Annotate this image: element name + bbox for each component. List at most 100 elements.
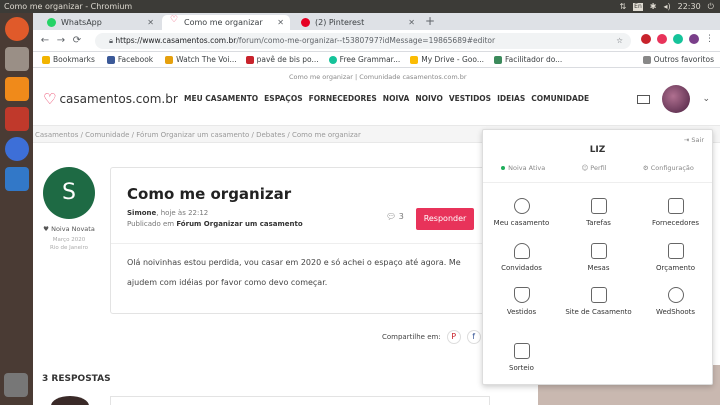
- heart-logo-icon: ♡: [43, 90, 57, 108]
- nav-vestidos[interactable]: VESTIDOS: [449, 94, 491, 103]
- close-icon[interactable]: ✕: [277, 15, 284, 30]
- menu-dots-icon[interactable]: ⋮: [705, 34, 714, 44]
- vlc-icon[interactable]: [4, 77, 29, 101]
- menu-tarefas[interactable]: Tarefas: [560, 198, 637, 228]
- site-logo[interactable]: ♡ casamentos.com.br: [43, 90, 178, 108]
- chevron-down-icon[interactable]: ⌄: [702, 94, 710, 104]
- menu-site-de-casamento[interactable]: Site de Casamento: [560, 287, 637, 317]
- url-host: https://www.casamentos.com.br: [115, 36, 237, 45]
- system-top-bar: Como me organizar - Chromium ⇅ En ✱ ◂) 2…: [0, 0, 720, 13]
- ubuntu-launcher: [0, 13, 33, 405]
- bookmark-favicon: [165, 55, 174, 64]
- nav-noivo[interactable]: NOIVO: [415, 94, 443, 103]
- grammarly-icon: [328, 55, 337, 64]
- post-author-line: Simone, hoje às 22:12: [127, 209, 208, 217]
- logout-label: Sair: [691, 136, 704, 144]
- bluetooth-icon[interactable]: ✱: [650, 0, 657, 13]
- gear-icon: ⚙: [642, 164, 651, 172]
- whatsapp-icon: [47, 18, 56, 27]
- other-bookmarks[interactable]: Outros favoritos: [642, 55, 714, 64]
- reply-author-avatar[interactable]: [51, 396, 89, 405]
- calculator-icon: [667, 243, 684, 259]
- menu-item-label: WedShoots: [655, 308, 696, 316]
- volume-icon[interactable]: ◂): [663, 0, 670, 13]
- menu-meu-casamento[interactable]: Meu casamento: [483, 198, 560, 228]
- menu-vestidos[interactable]: Vestidos: [483, 287, 560, 317]
- forum-post: Como me organizar Simone, hoje às 22:12 …: [110, 167, 490, 314]
- close-icon[interactable]: ✕: [147, 15, 154, 30]
- url-path: /forum/como-me-organizar--t5380797?idMes…: [236, 36, 496, 45]
- status-link[interactable]: Noiva Ativa: [501, 164, 545, 172]
- nav-meu-casamento[interactable]: MEU CASAMENTO: [184, 94, 258, 103]
- forward-icon[interactable]: →: [53, 35, 69, 46]
- grammarly-icon[interactable]: [673, 34, 683, 44]
- heart-badge-icon: ♥︎: [43, 225, 52, 233]
- bookmark-label: Bookmarks: [53, 55, 95, 64]
- logout-link[interactable]: ⇥ Sair: [684, 136, 704, 144]
- settings-icon[interactable]: [4, 107, 29, 131]
- post-time: , hoje às 22:12: [156, 209, 209, 217]
- post-forum-link[interactable]: Fórum Organizar um casamento: [176, 220, 302, 228]
- post-author-card: S ♥︎ Noiva Novata Março 2020 Rio de Jane…: [41, 167, 97, 252]
- avatar[interactable]: [662, 85, 691, 113]
- profile-label: Perfil: [590, 164, 607, 172]
- nav-comunidade[interactable]: COMUNIDADE: [531, 94, 589, 103]
- reply-button[interactable]: Responder: [416, 208, 474, 230]
- settings-link[interactable]: ⚙ Configuração: [643, 164, 694, 172]
- menu-fornecedores[interactable]: Fornecedores: [637, 198, 714, 228]
- pinterest-share-icon[interactable]: P: [446, 330, 461, 344]
- reload-icon[interactable]: ⟳: [69, 35, 85, 46]
- profile-link[interactable]: ☺ Perfil: [581, 164, 606, 172]
- mail-icon[interactable]: [637, 94, 651, 104]
- forum-prefix: Publicado em: [127, 220, 177, 228]
- apps-icon: [42, 55, 50, 64]
- back-icon[interactable]: ←: [37, 35, 53, 46]
- network-icon[interactable]: ⇅: [619, 0, 626, 13]
- menu-orcamento[interactable]: Orçamento: [637, 243, 714, 273]
- menu-sorteio[interactable]: Sorteio: [483, 343, 560, 373]
- nav-fornecedores[interactable]: FORNECEDORES: [309, 94, 377, 103]
- tab-pinterest[interactable]: (2) Pinterest ✕: [293, 15, 421, 30]
- new-tab-button[interactable]: +: [425, 14, 435, 28]
- pinterest-icon: [301, 18, 310, 27]
- keyboard-layout[interactable]: En: [633, 2, 643, 11]
- table-icon: [590, 243, 607, 259]
- bookmark-item[interactable]: Facilitador do...: [494, 55, 562, 64]
- power-icon[interactable]: ⏻: [708, 0, 714, 13]
- star-icon[interactable]: ☆: [616, 33, 623, 49]
- bookmark-item[interactable]: My Drive - Goo...: [410, 55, 484, 64]
- app-icon[interactable]: [4, 167, 29, 191]
- bookmark-item[interactable]: Bookmarks: [42, 55, 95, 64]
- user-icon: ☺: [581, 164, 591, 172]
- close-icon[interactable]: ✕: [408, 15, 415, 30]
- badge-label: Noiva Novata: [51, 225, 95, 233]
- trash-icon[interactable]: [4, 373, 28, 397]
- facebook-share-icon[interactable]: f: [466, 330, 481, 344]
- post-body: Olá noivinhas estou perdida, vou casar e…: [127, 258, 461, 287]
- files-icon[interactable]: [4, 47, 29, 71]
- tab-como-me-organizar[interactable]: ♡ Como me organizar ✕: [162, 15, 290, 30]
- clock[interactable]: 22:30: [678, 0, 701, 13]
- author-avatar[interactable]: S: [43, 167, 95, 219]
- menu-wedshoots[interactable]: WedShoots: [637, 287, 714, 317]
- menu-item-label: Mesas: [587, 264, 610, 272]
- post-author[interactable]: Simone: [127, 209, 156, 217]
- bookmark-item[interactable]: Facebook: [106, 55, 153, 64]
- extension-icon[interactable]: [657, 34, 667, 44]
- bookmark-item[interactable]: Free Grammar...: [328, 55, 400, 64]
- nav-ideias[interactable]: IDEIAS: [497, 94, 525, 103]
- tab-whatsapp[interactable]: WhatsApp ✕: [39, 15, 160, 30]
- profile-avatar-icon[interactable]: [689, 34, 699, 44]
- address-bar[interactable]: 🔒︎ https://www.casamentos.com.br/forum/c…: [95, 33, 631, 49]
- bookmark-item[interactable]: Watch The Voi...: [165, 55, 237, 64]
- menu-mesas[interactable]: Mesas: [560, 243, 637, 273]
- ubuntu-dash-icon[interactable]: [4, 17, 29, 41]
- menu-convidados[interactable]: Convidados: [483, 243, 560, 273]
- nav-espacos[interactable]: ESPAÇOS: [264, 94, 302, 103]
- chromium-icon[interactable]: [4, 137, 29, 161]
- menu-item-label: Sorteio: [509, 364, 534, 372]
- bookmark-item[interactable]: pavê de bis po...: [245, 55, 319, 64]
- extension-icon[interactable]: [641, 34, 651, 44]
- folder-icon: [642, 55, 651, 64]
- nav-noiva[interactable]: NOIVA: [383, 94, 410, 103]
